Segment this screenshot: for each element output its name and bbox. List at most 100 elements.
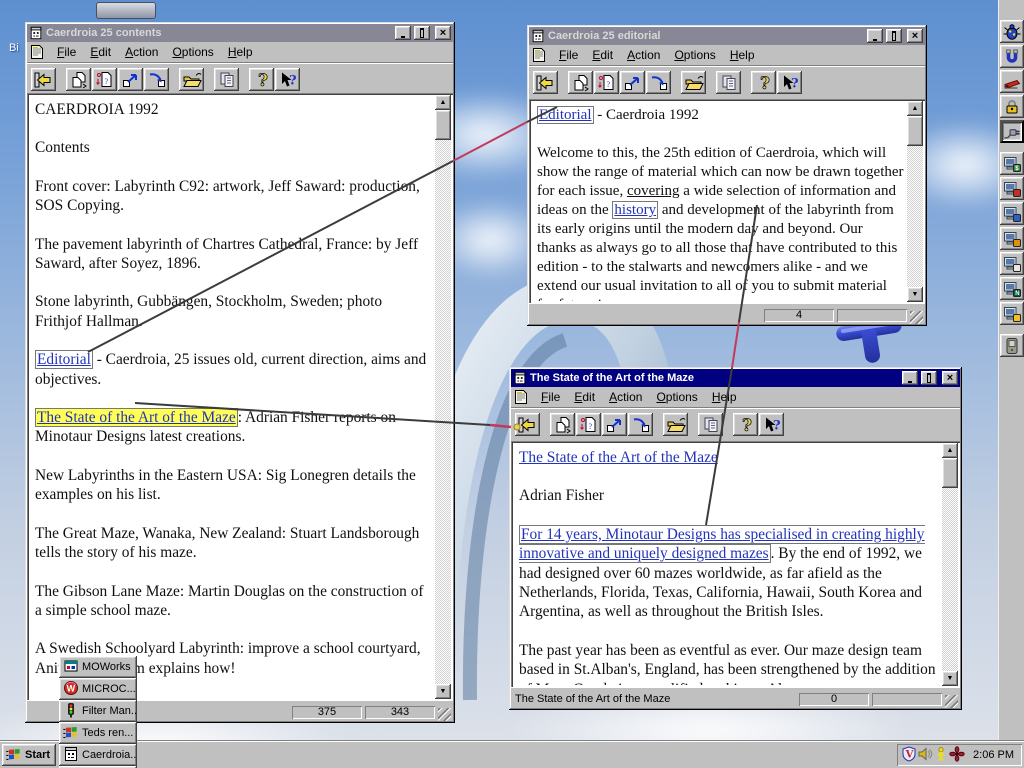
copy-document-button[interactable] <box>568 71 593 94</box>
close-button[interactable]: × <box>942 371 958 385</box>
menu-item-options[interactable]: Options <box>649 389 704 405</box>
link-forward-button[interactable] <box>602 413 627 436</box>
menu-item-action[interactable]: Action <box>118 44 165 60</box>
computer-photo-icon[interactable] <box>999 227 1024 250</box>
hyperlink[interactable]: Editorial <box>35 350 93 370</box>
scroll-down-button[interactable]: ▼ <box>435 684 451 699</box>
taskbar-button-moworks[interactable]: MOWorks <box>59 656 137 678</box>
minimize-button[interactable] <box>395 26 411 40</box>
start-button[interactable]: Start <box>2 744 56 766</box>
menu-item-action[interactable]: Action <box>602 389 649 405</box>
scroll-thumb[interactable] <box>942 458 958 488</box>
link-return-button[interactable] <box>628 413 653 436</box>
handheld-icon[interactable] <box>999 334 1024 357</box>
scroll-up-button[interactable]: ▲ <box>435 95 451 110</box>
copy-pages-button[interactable] <box>698 413 723 436</box>
link-return-button[interactable] <box>144 68 169 91</box>
scroll-thumb[interactable] <box>435 110 451 140</box>
taskbar-button-caerdroia[interactable]: Caerdroia... <box>59 744 137 766</box>
taskbar-button-teds-ren[interactable]: Teds ren... <box>59 722 137 744</box>
hyperlink[interactable]: history <box>612 201 659 219</box>
link-forward-button[interactable] <box>620 71 645 94</box>
open-folder-button[interactable] <box>663 413 688 436</box>
vertical-scrollbar[interactable]: ▲ ▼ <box>435 95 451 699</box>
copy-pages-button[interactable] <box>716 71 741 94</box>
menu-item-file[interactable]: File <box>552 47 585 63</box>
plug-icon[interactable] <box>999 120 1024 143</box>
minimize-button[interactable] <box>867 29 883 43</box>
help-button[interactable]: ? <box>249 68 274 91</box>
computer-print-icon[interactable] <box>999 177 1024 200</box>
scroll-down-button[interactable]: ▼ <box>942 671 958 686</box>
resize-grip[interactable] <box>945 695 958 708</box>
magnet-icon[interactable] <box>999 45 1024 68</box>
padlock-icon[interactable] <box>999 95 1024 118</box>
copy-document-button[interactable] <box>66 68 91 91</box>
menu-item-edit[interactable]: Edit <box>83 44 118 60</box>
desktop-icon-label[interactable]: Bi <box>9 42 19 54</box>
menu-item-help[interactable]: Help <box>723 47 762 63</box>
maximize-button[interactable] <box>414 26 430 40</box>
scroll-up-button[interactable]: ▲ <box>907 101 923 116</box>
stapler-icon[interactable] <box>999 70 1024 93</box>
minimize-button[interactable] <box>902 371 918 385</box>
scroll-down-button[interactable]: ▼ <box>907 287 923 302</box>
person-icon[interactable] <box>933 746 949 765</box>
menu-item-help[interactable]: Help <box>705 389 744 405</box>
title-bar[interactable]: Caerdroia 25 editorial × <box>529 27 925 45</box>
menu-item-options[interactable]: Options <box>165 44 220 60</box>
vertical-scrollbar[interactable]: ▲ ▼ <box>907 101 923 302</box>
link-forward-button[interactable] <box>118 68 143 91</box>
taskbar-button-filter-man[interactable]: Filter Man... <box>59 700 137 722</box>
title-bar[interactable]: The State of the Art of the Maze × <box>511 369 960 387</box>
maximize-button[interactable] <box>886 29 902 43</box>
volume-icon[interactable] <box>917 746 933 765</box>
back-button[interactable] <box>31 68 56 91</box>
virus-flower-icon[interactable] <box>949 745 965 765</box>
vertical-scrollbar[interactable]: ▲ ▼ <box>942 443 958 686</box>
context-help-button[interactable]: ? <box>275 68 300 91</box>
context-help-button[interactable]: ? <box>777 71 802 94</box>
copy-document-button[interactable] <box>550 413 575 436</box>
context-help-button[interactable]: ? <box>759 413 784 436</box>
computer-mail-icon[interactable] <box>999 252 1024 275</box>
hyperlink[interactable]: The State of the Art of the Maze <box>519 449 718 466</box>
replace-document-button[interactable]: ? <box>594 71 619 94</box>
desktop-icon-partial[interactable] <box>96 2 156 19</box>
menu-item-help[interactable]: Help <box>221 44 260 60</box>
menu-item-file[interactable]: File <box>534 389 567 405</box>
clock[interactable]: 2:06 PM <box>973 749 1014 761</box>
replace-document-button[interactable]: ? <box>576 413 601 436</box>
title-bar[interactable]: Caerdroia 25 contents × <box>27 24 453 42</box>
resize-grip[interactable] <box>438 708 451 721</box>
back-button[interactable] <box>533 71 558 94</box>
guide-page-icon[interactable] <box>531 47 548 63</box>
resize-grip[interactable] <box>910 311 923 324</box>
bug-icon[interactable] <box>999 20 1024 43</box>
menu-item-file[interactable]: File <box>50 44 83 60</box>
replace-document-button[interactable]: ? <box>92 68 117 91</box>
menu-item-options[interactable]: Options <box>667 47 722 63</box>
open-folder-button[interactable] <box>179 68 204 91</box>
help-button[interactable]: ? <box>751 71 776 94</box>
maximize-button[interactable] <box>921 371 937 385</box>
hyperlink[interactable]: Editorial <box>537 106 594 124</box>
link-return-button[interactable] <box>646 71 671 94</box>
guide-page-icon[interactable] <box>29 44 46 60</box>
scroll-thumb[interactable] <box>907 116 923 146</box>
computer-gold-icon[interactable] <box>999 302 1024 325</box>
copy-pages-button[interactable] <box>214 68 239 91</box>
open-folder-button[interactable] <box>681 71 706 94</box>
menu-item-edit[interactable]: Edit <box>585 47 620 63</box>
menu-item-edit[interactable]: Edit <box>567 389 602 405</box>
computer-browser-icon[interactable]: N <box>999 277 1024 300</box>
guide-page-icon[interactable] <box>513 389 530 405</box>
help-button[interactable]: ? <box>733 413 758 436</box>
antivirus-shield-icon[interactable]: V <box>901 745 917 765</box>
back-button[interactable] <box>515 413 540 436</box>
computer-dollar-icon[interactable]: $ <box>999 152 1024 175</box>
computer-disk-icon[interactable] <box>999 202 1024 225</box>
close-button[interactable]: × <box>907 29 923 43</box>
scroll-up-button[interactable]: ▲ <box>942 443 958 458</box>
menu-item-action[interactable]: Action <box>620 47 667 63</box>
